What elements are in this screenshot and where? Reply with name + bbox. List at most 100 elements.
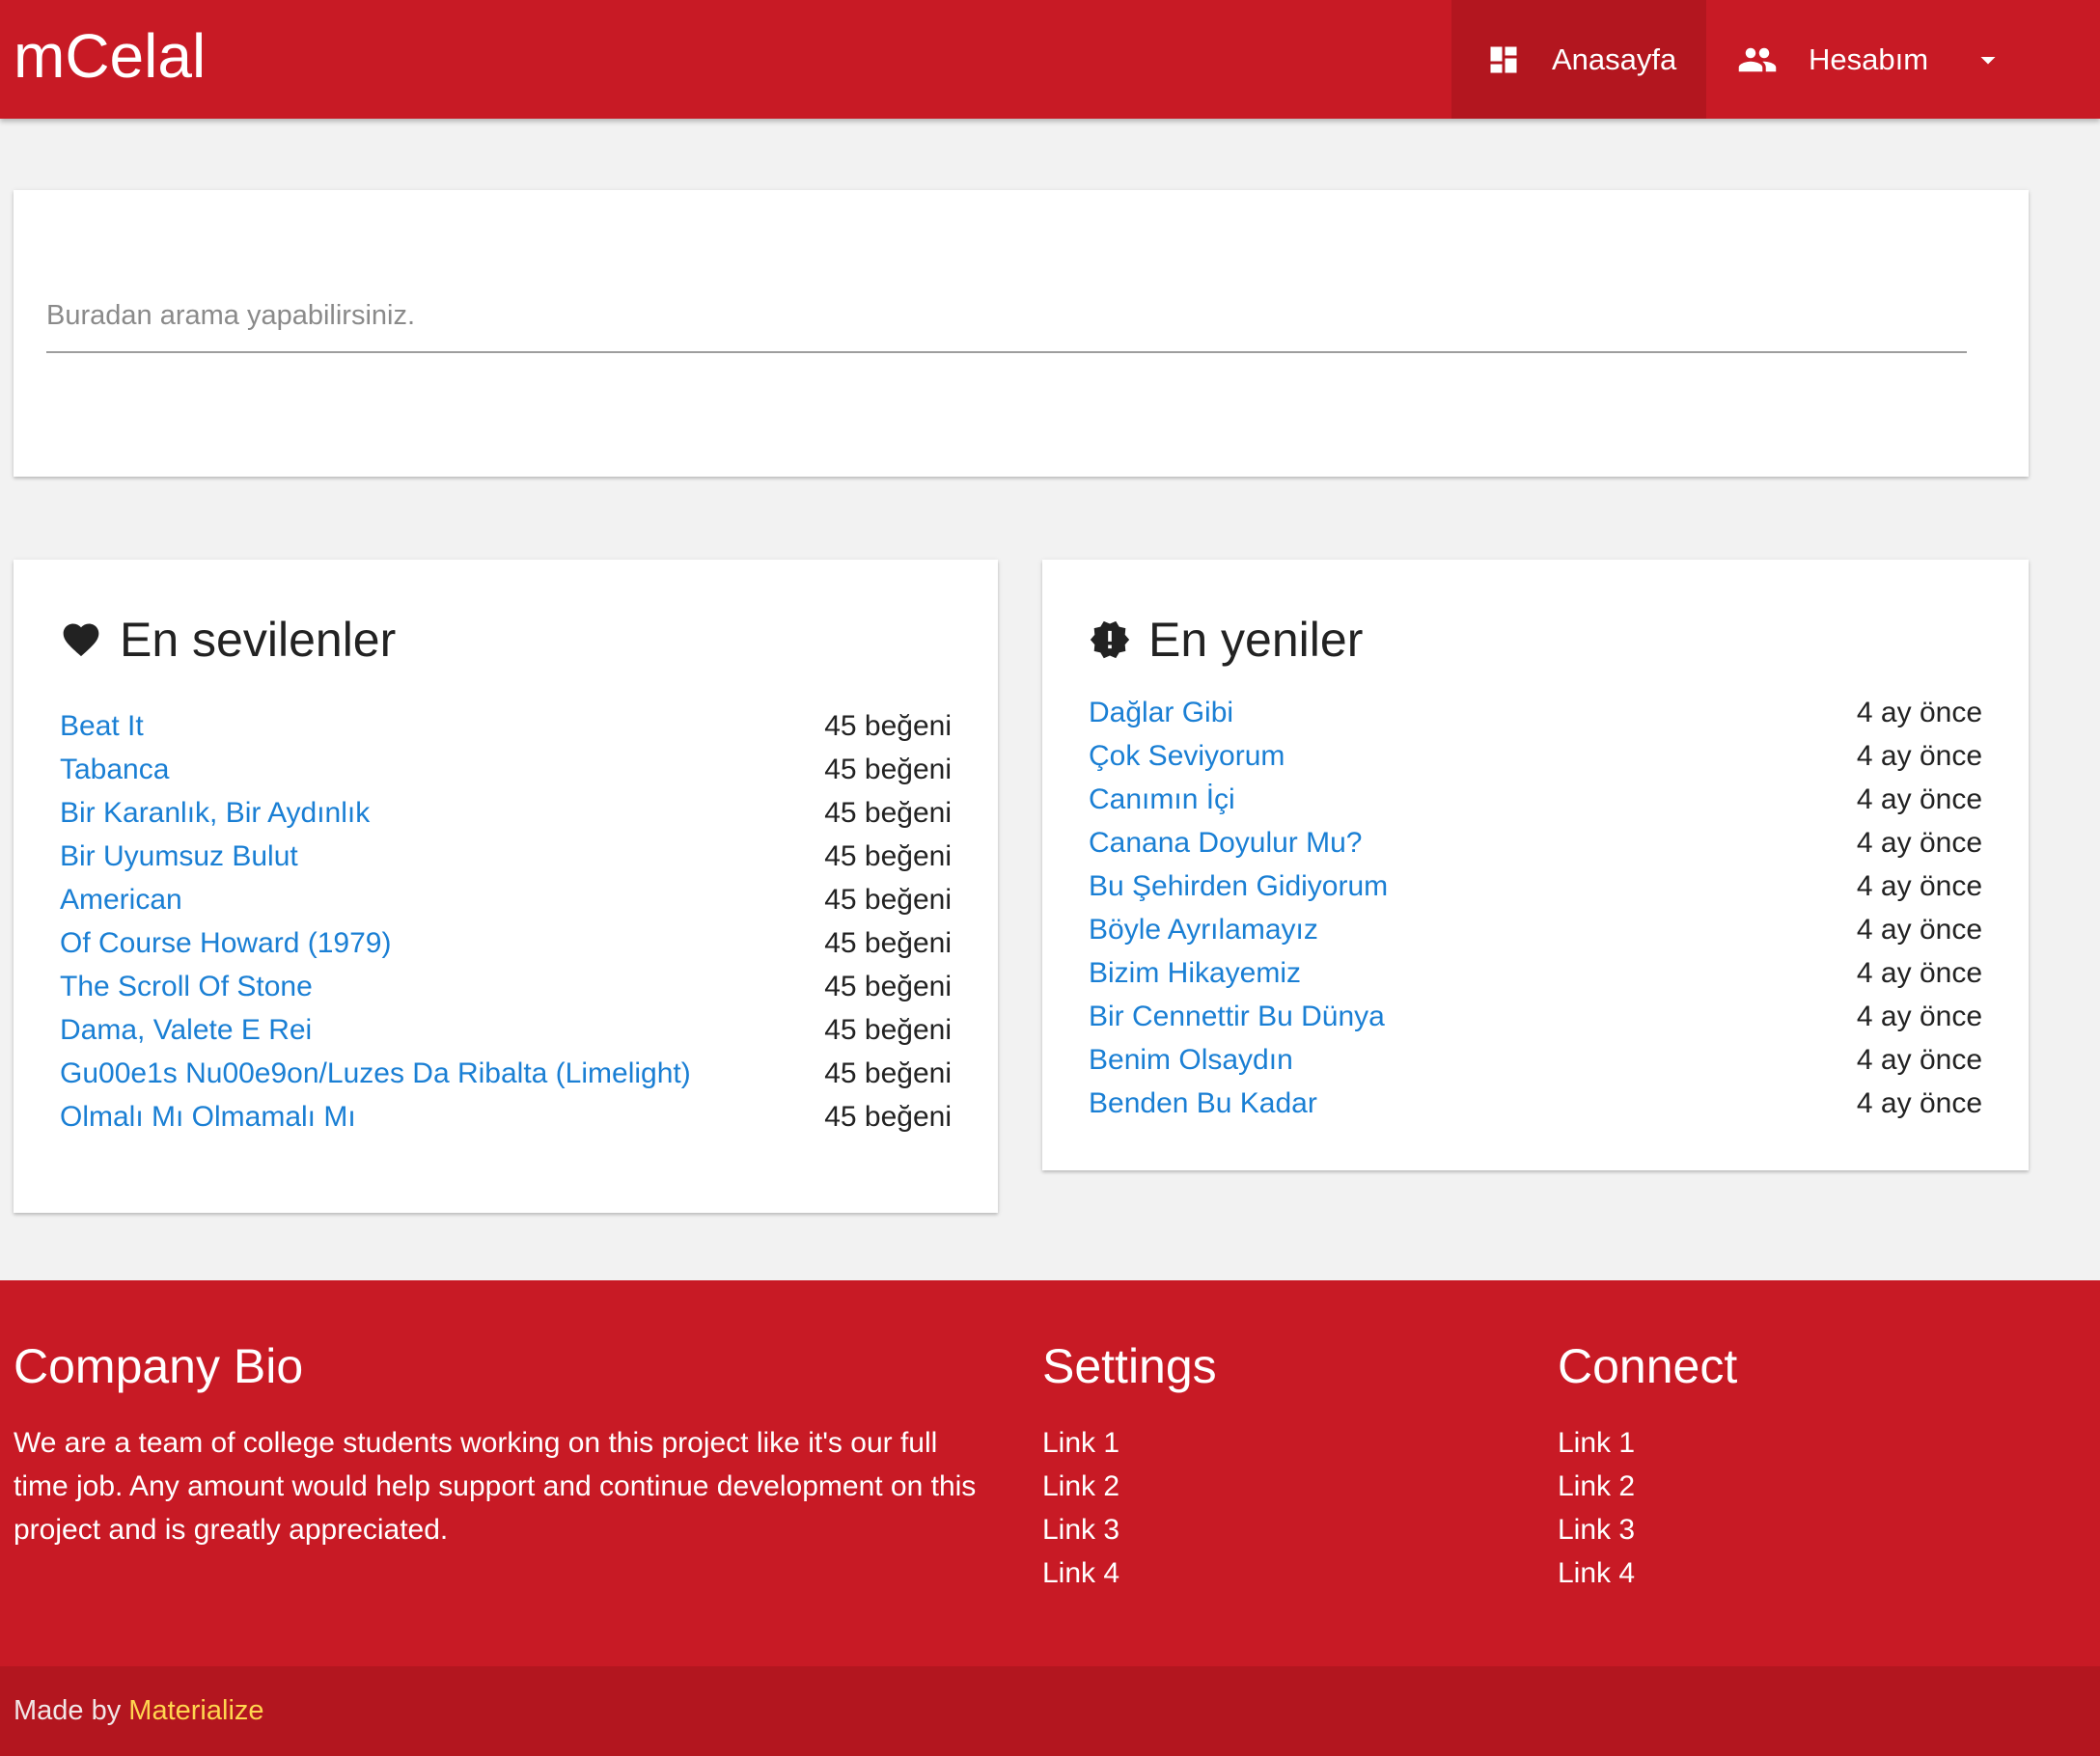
added-time: 4 ay önce — [1856, 739, 1982, 772]
song-link[interactable]: Benden Bu Kadar — [1089, 1087, 1317, 1120]
song-link[interactable]: Böyle Ayrılamayız — [1089, 914, 1318, 947]
top-navbar: mCelal Anasayfa Hesabım — [0, 0, 2100, 119]
list-item: Canana Doyulur Mu? 4 ay önce — [1089, 821, 1982, 864]
added-time: 4 ay önce — [1856, 1086, 1982, 1119]
list-item: Link 2 — [1558, 1465, 1635, 1508]
list-item: The Scroll Of Stone 45 beğeni — [60, 965, 952, 1008]
list-item: Link 3 — [1558, 1508, 1635, 1551]
song-link[interactable]: Benim Olsaydın — [1089, 1044, 1293, 1077]
like-count: 45 beğeni — [824, 1056, 952, 1089]
song-link[interactable]: Beat It — [60, 710, 144, 743]
most-liked-title: En sevilenler — [60, 612, 396, 668]
footer-link[interactable]: Link 2 — [1042, 1470, 1119, 1502]
song-link[interactable]: Çok Seviyorum — [1089, 740, 1285, 773]
song-link[interactable]: Olmalı Mı Olmamalı Mı — [60, 1101, 356, 1134]
list-item: Link 3 — [1042, 1508, 1119, 1551]
like-count: 45 beğeni — [824, 1100, 952, 1133]
song-link[interactable]: Bu Şehirden Gidiyorum — [1089, 870, 1388, 903]
list-item: Bir Uyumsuz Bulut 45 beğeni — [60, 835, 952, 878]
search-input[interactable] — [46, 280, 1967, 353]
like-count: 45 beğeni — [824, 839, 952, 872]
brand-logo[interactable]: mCelal — [14, 17, 206, 95]
added-time: 4 ay önce — [1856, 956, 1982, 989]
footer-link[interactable]: Link 1 — [1042, 1427, 1119, 1459]
like-count: 45 beğeni — [824, 753, 952, 785]
dashboard-icon — [1486, 42, 1521, 77]
newest-title: En yeniler — [1089, 612, 1363, 668]
like-count: 45 beğeni — [824, 926, 952, 959]
added-time: 4 ay önce — [1856, 1043, 1982, 1076]
song-link[interactable]: American — [60, 884, 182, 917]
song-link[interactable]: Bir Karanlık, Bir Aydınlık — [60, 797, 370, 830]
song-link[interactable]: Canımın İçi — [1089, 783, 1235, 816]
list-item: Link 4 — [1558, 1551, 1635, 1595]
added-time: 4 ay önce — [1856, 826, 1982, 859]
song-link[interactable]: Gu00e1s Nu00e9on/Luzes Da Ribalta (Limel… — [60, 1057, 691, 1090]
nav-account-dropdown[interactable]: Hesabım — [1706, 0, 2025, 119]
footer-link[interactable]: Link 3 — [1042, 1514, 1119, 1546]
like-count: 45 beğeni — [824, 970, 952, 1002]
list-item: Beat It 45 beğeni — [60, 704, 952, 748]
list-item: Benden Bu Kadar 4 ay önce — [1089, 1082, 1982, 1125]
song-link[interactable]: Of Course Howard (1979) — [60, 927, 391, 960]
list-item: Link 1 — [1558, 1421, 1635, 1465]
footer-connect-links: Link 1 Link 2 Link 3 Link 4 — [1558, 1421, 1635, 1595]
list-item: Gu00e1s Nu00e9on/Luzes Da Ribalta (Limel… — [60, 1052, 952, 1095]
chevron-down-icon — [1971, 42, 2005, 77]
footer-copyright: Made by Materialize — [0, 1666, 2100, 1756]
song-link[interactable]: Bir Uyumsuz Bulut — [60, 840, 298, 873]
song-link[interactable]: Dama, Valete E Rei — [60, 1014, 312, 1047]
list-item: Bir Karanlık, Bir Aydınlık 45 beğeni — [60, 791, 952, 835]
newest-card: En yeniler Dağlar Gibi 4 ay önce Çok Sevi… — [1042, 560, 2029, 1170]
added-time: 4 ay önce — [1856, 1000, 1982, 1032]
footer-link[interactable]: Link 3 — [1558, 1514, 1635, 1546]
song-link[interactable]: Bir Cennettir Bu Dünya — [1089, 1001, 1385, 1033]
song-link[interactable]: Bizim Hikayemiz — [1089, 957, 1301, 990]
song-link[interactable]: The Scroll Of Stone — [60, 971, 313, 1003]
list-item: Benim Olsaydın 4 ay önce — [1089, 1038, 1982, 1082]
new-releases-icon — [1090, 620, 1130, 659]
made-by-text: Made by Materialize — [14, 1695, 264, 1727]
heart-icon — [63, 623, 99, 657]
list-item: Böyle Ayrılamayız 4 ay önce — [1089, 908, 1982, 951]
list-item: Bir Cennettir Bu Dünya 4 ay önce — [1089, 995, 1982, 1038]
most-liked-title-text: En sevilenler — [120, 613, 397, 667]
made-by-prefix: Made by — [14, 1695, 129, 1726]
nav-home-label: Anasayfa — [1552, 41, 1677, 76]
materialize-link[interactable]: Materialize — [128, 1695, 263, 1726]
list-item: Of Course Howard (1979) 45 beğeni — [60, 921, 952, 965]
added-time: 4 ay önce — [1856, 782, 1982, 815]
footer-link[interactable]: Link 2 — [1558, 1470, 1635, 1502]
footer-link[interactable]: Link 4 — [1558, 1557, 1635, 1589]
nav-home[interactable]: Anasayfa — [1451, 0, 1706, 119]
newest-title-text: En yeniler — [1148, 613, 1364, 667]
footer-bio-text: We are a team of college students workin… — [14, 1427, 977, 1546]
like-count: 45 beğeni — [824, 796, 952, 829]
most-liked-card: En sevilenler Beat It 45 beğeni Tabanca 45… — [14, 560, 998, 1213]
most-liked-list: Beat It 45 beğeni Tabanca 45 beğeni Bir Ka… — [60, 704, 952, 1139]
added-time: 4 ay önce — [1856, 869, 1982, 902]
footer-settings-links: Link 1 Link 2 Link 3 Link 4 — [1042, 1421, 1119, 1595]
people-icon — [1737, 40, 1778, 80]
list-item: Canımın İçi 4 ay önce — [1089, 778, 1982, 821]
list-item: Link 4 — [1042, 1551, 1119, 1595]
list-item: Çok Seviyorum 4 ay önce — [1089, 734, 1982, 778]
list-item: Link 1 — [1042, 1421, 1119, 1465]
like-count: 45 beğeni — [824, 709, 952, 742]
footer-link[interactable]: Link 4 — [1042, 1557, 1119, 1589]
footer-settings-title: Settings — [1042, 1339, 1217, 1393]
list-item: Tabanca 45 beğeni — [60, 748, 952, 791]
footer-connect-title: Connect — [1558, 1339, 1738, 1393]
list-item: Dağlar Gibi 4 ay önce — [1089, 691, 1982, 734]
list-item: Link 2 — [1042, 1465, 1119, 1508]
added-time: 4 ay önce — [1856, 913, 1982, 946]
list-item: Bu Şehirden Gidiyorum 4 ay önce — [1089, 864, 1982, 908]
song-link[interactable]: Dağlar Gibi — [1089, 697, 1233, 729]
footer-link[interactable]: Link 1 — [1558, 1427, 1635, 1459]
list-item: Bizim Hikayemiz 4 ay önce — [1089, 951, 1982, 995]
song-link[interactable]: Canana Doyulur Mu? — [1089, 827, 1363, 860]
footer-bio-title: Company Bio — [14, 1339, 304, 1393]
added-time: 4 ay önce — [1856, 696, 1982, 728]
song-link[interactable]: Tabanca — [60, 754, 169, 786]
list-item: Olmalı Mı Olmamalı Mı 45 beğeni — [60, 1095, 952, 1139]
